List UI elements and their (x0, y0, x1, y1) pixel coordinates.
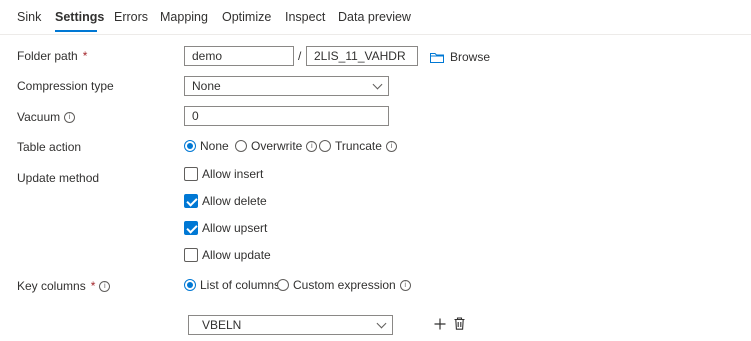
key-columns-expression-radio[interactable]: Custom expression i (277, 278, 411, 292)
radio-label: Overwrite (251, 139, 303, 153)
radio-indicator (319, 140, 331, 152)
tab-sink[interactable]: Sink (17, 10, 41, 24)
key-columns-label-text: Key columns (17, 279, 86, 293)
info-icon: i (99, 280, 111, 292)
vacuum-input[interactable]: 0 (184, 106, 389, 126)
folder-icon (430, 52, 444, 63)
radio-indicator (277, 279, 289, 291)
update-method-label: Update method (17, 171, 99, 185)
allow-delete-checkbox[interactable]: Allow delete (184, 194, 267, 208)
compression-type-label-text: Compression type (17, 79, 114, 93)
update-method-label-text: Update method (17, 171, 100, 185)
directory-input[interactable]: 2LIS_11_VAHDR (306, 46, 418, 66)
active-tab-indicator (55, 30, 97, 32)
checkbox-label: Allow update (202, 248, 271, 262)
radio-selected-indicator (184, 279, 196, 291)
tab-bar: Sink Settings Errors Mapping Optimize In… (0, 0, 751, 35)
vacuum-label: Vacuum i (17, 110, 76, 124)
container-input[interactable]: demo (184, 46, 294, 66)
path-separator: / (298, 49, 302, 63)
compression-type-value: None (192, 79, 221, 93)
info-icon: i (399, 279, 411, 291)
checkbox-box-checked (184, 194, 198, 208)
chevron-down-icon (372, 79, 383, 90)
radio-label: List of columns (200, 278, 281, 292)
checkbox-label: Allow upsert (202, 221, 268, 235)
key-columns-label: Key columns * i (17, 279, 111, 293)
compression-type-label: Compression type (17, 79, 114, 93)
compression-type-select[interactable]: None (184, 76, 389, 96)
table-action-overwrite-radio[interactable]: Overwrite i (235, 139, 318, 153)
key-column-select[interactable]: VBELN (188, 315, 393, 335)
key-columns-list-radio[interactable]: List of columns (184, 278, 280, 292)
info-icon: i (385, 140, 397, 152)
tab-settings[interactable]: Settings (55, 10, 104, 24)
table-action-label: Table action (17, 140, 81, 154)
table-action-truncate-radio[interactable]: Truncate i (319, 139, 397, 153)
folder-path-label: Folder path * (17, 49, 87, 63)
radio-label: Truncate (335, 139, 382, 153)
browse-label: Browse (450, 50, 491, 64)
radio-label: Custom expression (293, 278, 396, 292)
trash-icon[interactable] (454, 317, 465, 330)
checkbox-box-checked (184, 221, 198, 235)
key-column-value: VBELN (202, 318, 242, 332)
tab-errors[interactable]: Errors (114, 10, 148, 24)
info-icon: i (306, 140, 318, 152)
checkbox-label: Allow delete (202, 194, 267, 208)
tab-optimize[interactable]: Optimize (222, 10, 271, 24)
vacuum-label-text: Vacuum (17, 110, 61, 124)
info-icon: i (64, 111, 76, 123)
radio-label: None (200, 139, 229, 153)
tab-mapping[interactable]: Mapping (160, 10, 208, 24)
allow-update-checkbox[interactable]: Allow update (184, 248, 271, 262)
checkbox-box (184, 167, 198, 181)
chevron-down-icon (376, 318, 387, 329)
radio-indicator (235, 140, 247, 152)
required-marker: * (90, 279, 96, 293)
plus-icon[interactable] (434, 318, 446, 330)
allow-upsert-checkbox[interactable]: Allow upsert (184, 221, 267, 235)
tab-inspect[interactable]: Inspect (285, 10, 325, 24)
table-action-none-radio[interactable]: None (184, 139, 229, 153)
checkbox-box (184, 248, 198, 262)
allow-insert-checkbox[interactable]: Allow insert (184, 167, 263, 181)
table-action-label-text: Table action (17, 140, 82, 154)
tab-data-preview[interactable]: Data preview (338, 10, 411, 24)
radio-selected-indicator (184, 140, 196, 152)
folder-path-label-text: Folder path (17, 49, 78, 63)
checkbox-label: Allow insert (202, 167, 264, 181)
browse-button[interactable]: Browse (430, 50, 490, 64)
required-marker: * (82, 49, 88, 63)
